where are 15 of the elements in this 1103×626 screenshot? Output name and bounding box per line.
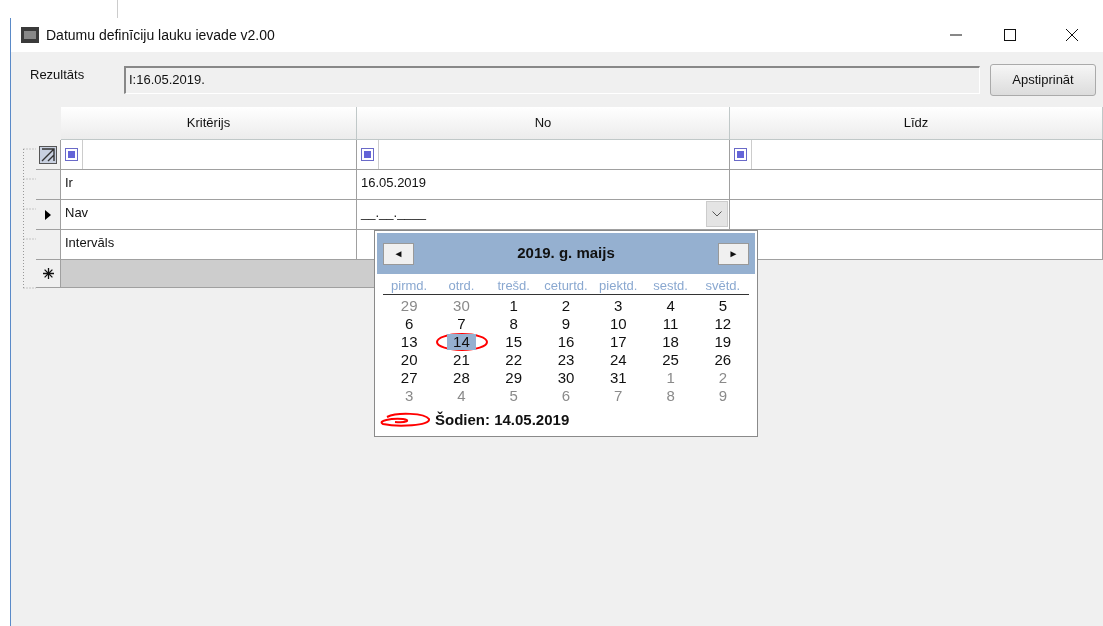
- cell-text: Intervāls: [65, 234, 115, 252]
- weekday-label: svētd.: [704, 278, 742, 294]
- weekday-label: sestd.: [652, 278, 689, 294]
- cell-text: 16.05.2019: [361, 174, 427, 192]
- result-label: Rezultāts: [30, 65, 86, 84]
- cell-text: Ir: [65, 174, 73, 192]
- weekday-label: otrd.: [447, 278, 476, 294]
- cell-text: Nav: [65, 204, 89, 222]
- weekday-label: pirmd.: [390, 278, 429, 294]
- cell-text: __.__.____: [361, 204, 427, 222]
- weekday-label: piektd.: [598, 278, 639, 294]
- window-title: Datumu definīciju lauku ievade v2.00: [46, 25, 275, 45]
- weekday-label: trešd.: [496, 278, 531, 294]
- weekday-label: ceturtd.: [543, 278, 589, 294]
- month-title: 2019. g. maijs: [517, 243, 615, 264]
